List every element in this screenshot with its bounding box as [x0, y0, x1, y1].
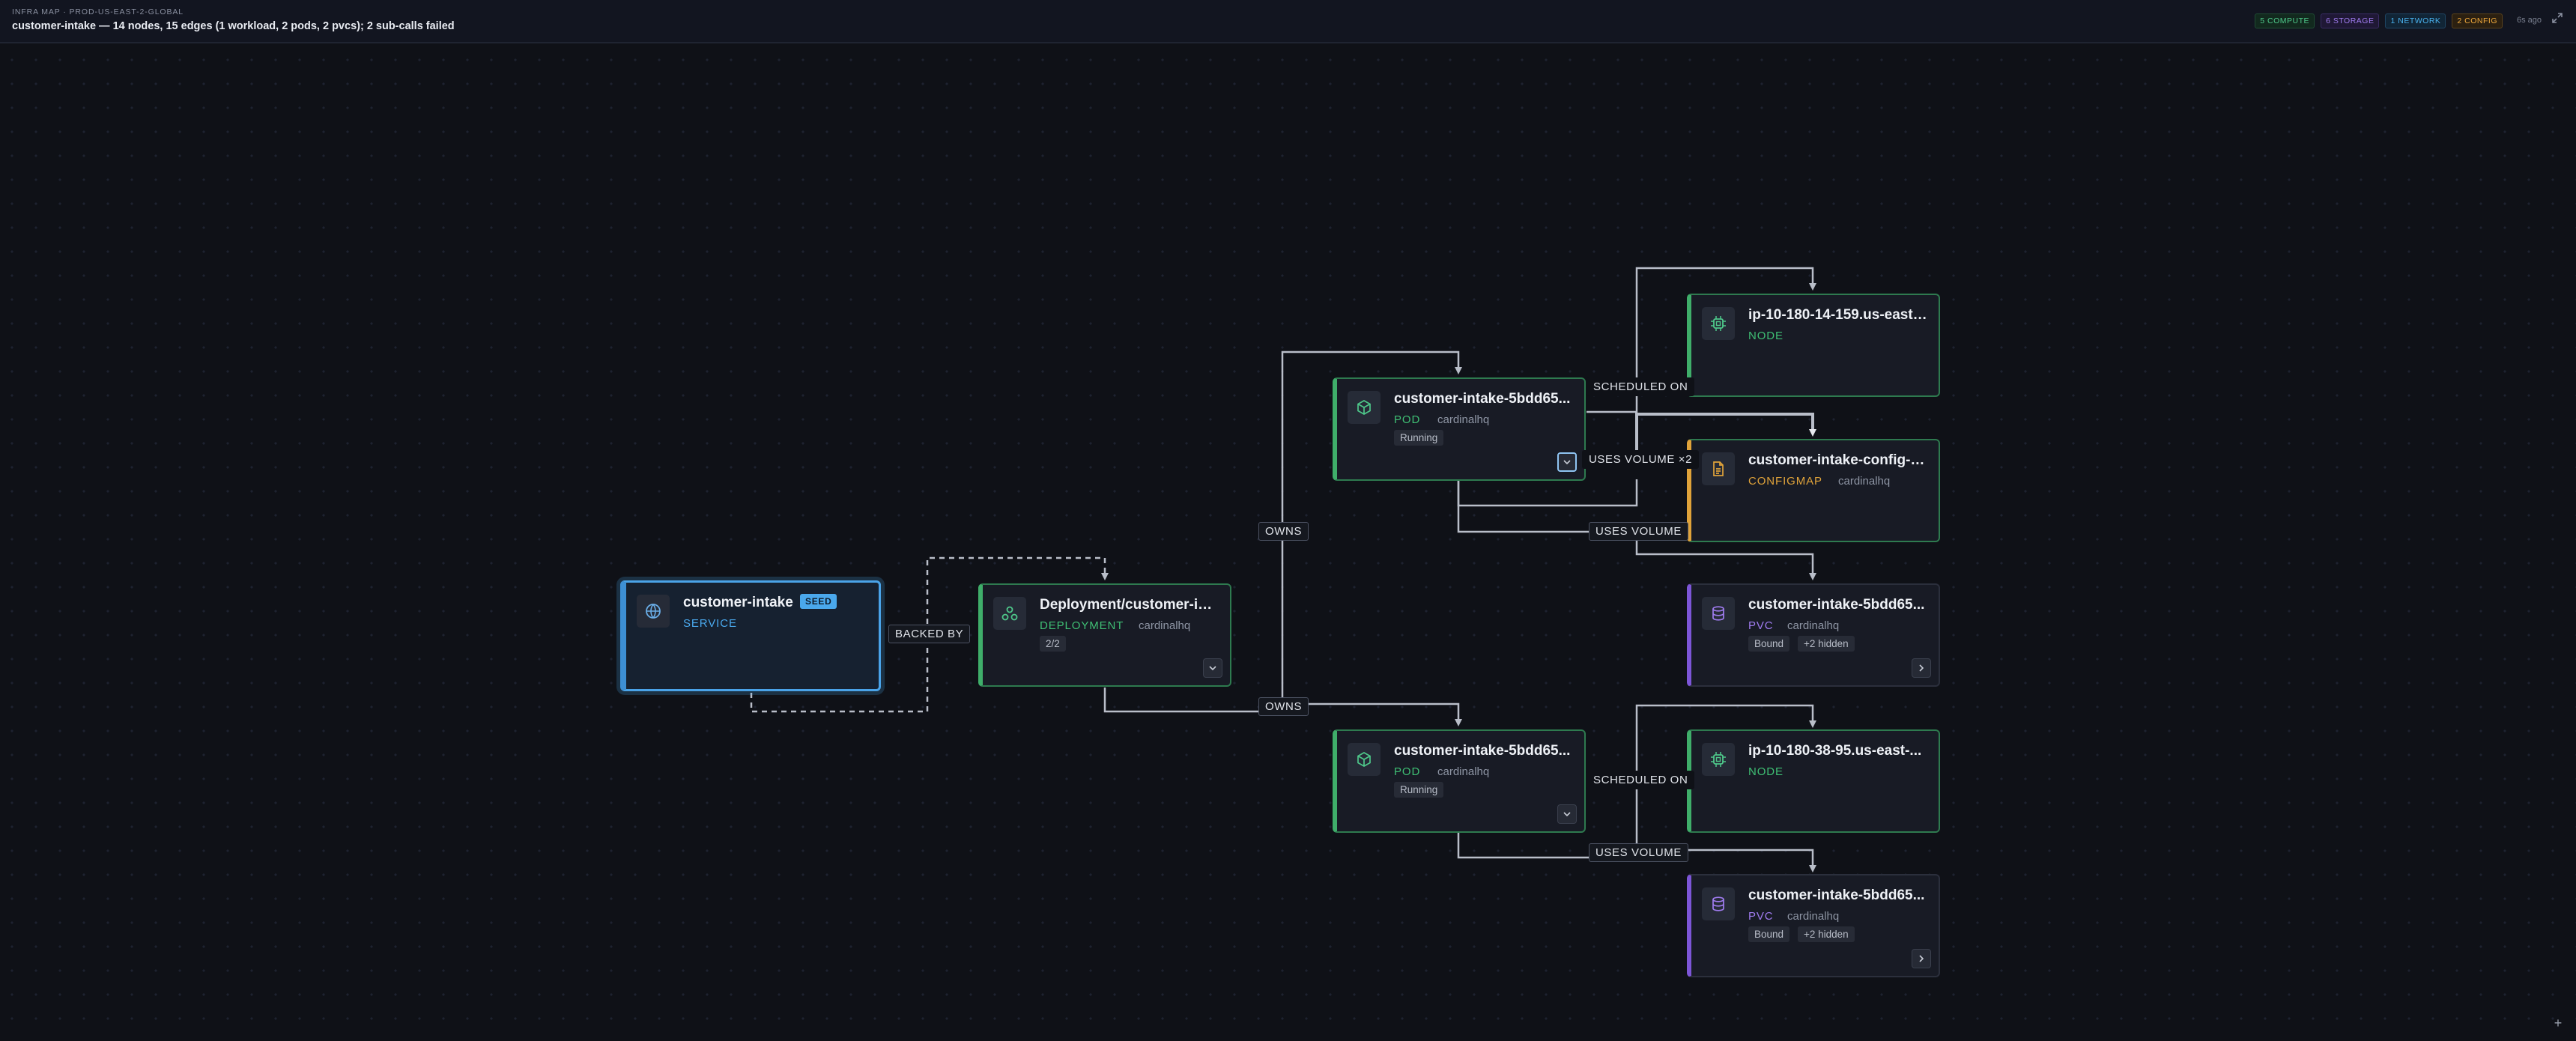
node-title: customer-intake	[683, 595, 793, 610]
deployment-icon	[993, 597, 1026, 630]
network-globe-icon	[637, 595, 670, 628]
pod-cube-icon	[1348, 391, 1381, 424]
pod-cube-icon	[1348, 743, 1381, 776]
node-title: customer-intake-5bdd65...	[1394, 743, 1571, 759]
status-chip: Bound	[1748, 926, 1790, 942]
pvc-node-top[interactable]: customer-intake-5bdd65... PVC cardinalhq…	[1687, 583, 1940, 687]
file-icon	[1702, 452, 1735, 485]
collapse-chevron-icon[interactable]	[1557, 804, 1577, 824]
edge-label-scheduled-on-bottom: SCHEDULED ON	[1586, 771, 1695, 789]
database-icon	[1702, 887, 1735, 920]
deployment-node[interactable]: Deployment/customer-int... DEPLOYMENT ca…	[978, 583, 1231, 687]
node-title: customer-intake-5bdd65...	[1748, 887, 1925, 903]
node-kind: SERVICE	[683, 617, 737, 630]
chevron-right-icon[interactable]	[1912, 658, 1931, 678]
node-title: customer-intake-5bdd65...	[1748, 597, 1925, 613]
node-title: ip-10-180-14-159.us-east-...	[1748, 307, 1928, 323]
node-kind: PVC	[1748, 910, 1774, 923]
node-namespace: cardinalhq	[1437, 765, 1490, 778]
node-title: customer-intake-5bdd65...	[1394, 391, 1571, 407]
edge-label-scheduled-on-top: SCHEDULED ON	[1586, 377, 1695, 396]
cpu-chip-icon	[1702, 743, 1735, 776]
node-namespace: cardinalhq	[1437, 413, 1490, 426]
collapse-chevron-icon[interactable]	[1203, 658, 1222, 678]
node-kind: DEPLOYMENT	[1040, 619, 1124, 632]
node-kind: NODE	[1748, 765, 1783, 778]
replica-chip: 2/2	[1040, 636, 1066, 652]
edge-label-uses-volume-bottom: USES VOLUME	[1589, 843, 1688, 862]
node-title: customer-intake-config-2...	[1748, 452, 1928, 468]
configmap-node[interactable]: customer-intake-config-2... CONFIGMAP ca…	[1687, 439, 1940, 542]
node-namespace: cardinalhq	[1787, 619, 1840, 632]
cpu-chip-icon	[1702, 307, 1735, 340]
hidden-count-chip[interactable]: +2 hidden	[1798, 926, 1855, 942]
edges-layer	[750, 267, 2576, 1041]
node-namespace: cardinalhq	[1139, 619, 1191, 632]
zoom-in-button[interactable]: +	[2551, 1016, 2566, 1031]
edge-label-uses-volume-top: USES VOLUME	[1589, 522, 1688, 541]
node-namespace: cardinalhq	[1838, 475, 1891, 488]
seed-badge: SEED	[800, 594, 837, 609]
edge-label-backed-by: BACKED BY	[888, 625, 971, 643]
k8s-node-bottom[interactable]: ip-10-180-38-95.us-east-... NODE	[1687, 729, 1940, 833]
pod-node-bottom[interactable]: customer-intake-5bdd65... POD cardinalhq…	[1333, 729, 1586, 833]
hidden-count-chip[interactable]: +2 hidden	[1798, 636, 1855, 652]
node-kind: POD	[1394, 413, 1421, 426]
k8s-node-top[interactable]: ip-10-180-14-159.us-east-... NODE	[1687, 294, 1940, 397]
node-kind: PVC	[1748, 619, 1774, 632]
pod-node-top[interactable]: customer-intake-5bdd65... POD cardinalhq…	[1333, 377, 1586, 481]
node-title: Deployment/customer-int...	[1040, 597, 1219, 613]
collapse-chevron-icon[interactable]	[1557, 452, 1577, 472]
service-node[interactable]: customer-intake SEED SERVICE	[620, 580, 881, 691]
node-kind: POD	[1394, 765, 1421, 778]
edge-label-owns-bottom: OWNS	[1258, 697, 1309, 716]
node-title: ip-10-180-38-95.us-east-...	[1748, 743, 1922, 759]
pvc-node-bottom[interactable]: customer-intake-5bdd65... PVC cardinalhq…	[1687, 874, 1940, 977]
node-kind: CONFIGMAP	[1748, 475, 1822, 488]
node-namespace: cardinalhq	[1787, 910, 1840, 923]
edge-owns-bottom	[1282, 702, 1462, 726]
status-chip: Running	[1394, 782, 1444, 798]
status-chip: Running	[1394, 430, 1444, 446]
database-icon	[1702, 597, 1735, 630]
edge-label-uses-volume-x2: USES VOLUME ×2	[1582, 450, 1700, 469]
chevron-right-icon[interactable]	[1912, 949, 1931, 968]
node-kind: NODE	[1748, 330, 1783, 342]
edge-label-owns-top: OWNS	[1258, 522, 1309, 541]
status-chip: Bound	[1748, 636, 1790, 652]
